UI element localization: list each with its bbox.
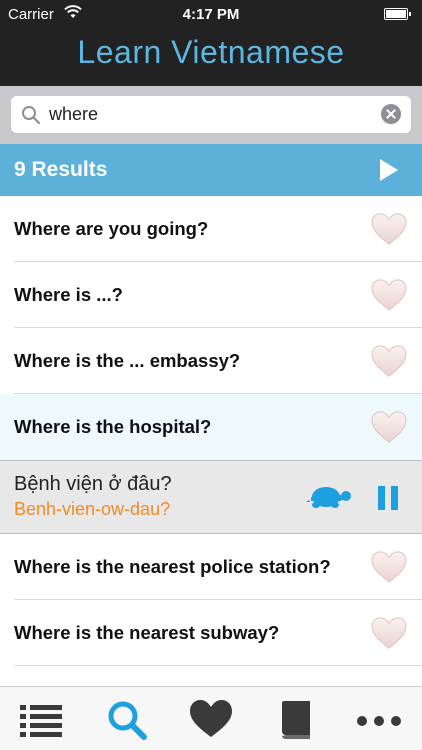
vietnamese-text: Bệnh viện ở đâu?	[14, 473, 172, 495]
status-time: 4:17 PM	[182, 6, 240, 23]
results-bar[interactable]: 9 Results	[0, 144, 422, 196]
list-item[interactable]: Where is the nearest subway?	[0, 600, 422, 666]
book-icon[interactable]	[272, 697, 322, 741]
heart-icon[interactable]	[370, 212, 408, 246]
list-item-selected[interactable]: Where is the hospital?	[0, 394, 422, 460]
app-title: Learn Vietnamese	[77, 34, 345, 70]
results-count: 9 Results	[14, 158, 108, 181]
search-icon	[22, 106, 41, 125]
search-box[interactable]	[11, 96, 411, 133]
search-icon[interactable]	[102, 697, 152, 741]
list-item[interactable]: Where are you going?	[0, 196, 422, 262]
more-icon[interactable]	[354, 697, 404, 741]
list-item[interactable]: Where is ...?	[0, 262, 422, 328]
list-item[interactable]: Where is the nearest police station?	[0, 534, 422, 600]
translation-panel: Bệnh viện ở đâu? Benh-vien-ow-dau?	[0, 460, 422, 534]
app-header: Carrier 4:17 PM Learn Vietnamese	[0, 0, 422, 86]
search-input[interactable]	[49, 100, 369, 129]
results-list: Where are you going? Where is ...? Where…	[0, 196, 422, 666]
clear-search-icon[interactable]	[381, 104, 401, 124]
phrase-label: Where is the hospital?	[14, 416, 212, 437]
heart-icon[interactable]	[370, 344, 408, 378]
list-icon[interactable]	[16, 697, 66, 741]
phrase-label: Where is the nearest police station?	[14, 556, 331, 577]
tab-bar	[0, 686, 422, 750]
phrase-label: Where is the ... embassy?	[14, 350, 241, 371]
play-icon[interactable]	[380, 159, 398, 181]
search-bar	[0, 86, 422, 144]
list-item[interactable]: Where is the ... embassy?	[0, 328, 422, 394]
heart-icon[interactable]	[370, 550, 408, 584]
turtle-icon[interactable]	[306, 483, 354, 513]
phrase-label: Where is ...?	[14, 284, 123, 305]
heart-icon[interactable]	[186, 697, 236, 741]
heart-icon[interactable]	[370, 616, 408, 650]
heart-icon[interactable]	[370, 278, 408, 312]
battery-icon	[384, 8, 411, 20]
phrase-label: Where is the nearest subway?	[14, 622, 280, 643]
status-bar: Carrier 4:17 PM	[0, 0, 422, 30]
pause-icon[interactable]	[378, 486, 400, 510]
heart-icon[interactable]	[370, 410, 408, 444]
phrase-label: Where are you going?	[14, 218, 209, 239]
phonetic-text: Benh-vien-ow-dau?	[14, 499, 171, 519]
